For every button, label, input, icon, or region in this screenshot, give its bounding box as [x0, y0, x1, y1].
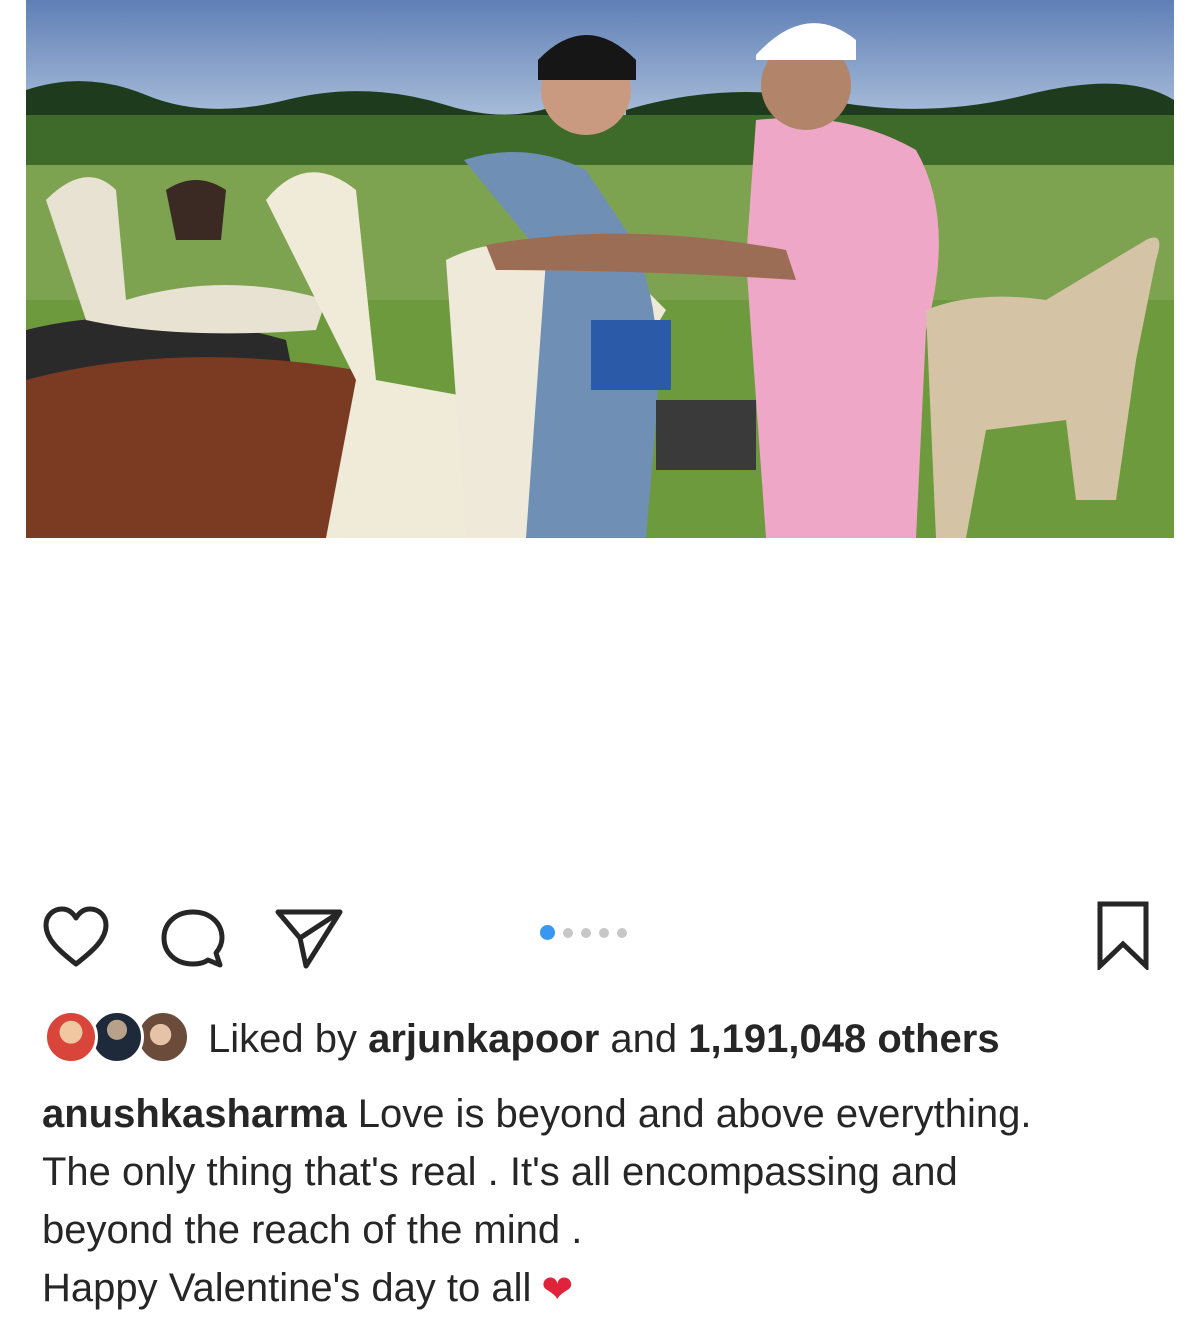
- likes-count[interactable]: 1,191,048 others: [688, 1017, 999, 1062]
- post-image[interactable]: [26, 0, 1174, 538]
- share-button[interactable]: [272, 904, 346, 970]
- alpaca-photo: [26, 0, 1174, 538]
- carousel-dot: [563, 927, 573, 938]
- heart-icon: [43, 906, 109, 967]
- avatar: [44, 1010, 98, 1064]
- comment-button[interactable]: [158, 906, 228, 970]
- comment-icon: [161, 909, 225, 968]
- caption-line: Happy Valentine's day to all: [42, 1266, 532, 1310]
- caption-line: The only thing that's real . It's all en…: [42, 1150, 958, 1194]
- likes-row[interactable]: Liked by arjunkapoor and 1,191,048 other…: [44, 1010, 1000, 1068]
- avatar: [136, 1010, 190, 1064]
- liker-username[interactable]: arjunkapoor: [368, 1017, 599, 1062]
- caption-username[interactable]: anushkasharma: [42, 1092, 347, 1136]
- likes-prefix: Liked by: [208, 1016, 357, 1061]
- save-button[interactable]: [1094, 900, 1152, 970]
- carousel-indicator: [540, 925, 627, 940]
- carousel-dot: [617, 927, 627, 938]
- liker-avatars: [44, 1010, 194, 1068]
- post-caption: anushkasharma Love is beyond and above e…: [42, 1085, 1172, 1319]
- caption-line: beyond the reach of the mind .: [42, 1208, 583, 1252]
- carousel-dot: [599, 927, 609, 938]
- carousel-dot: [581, 927, 591, 938]
- like-button[interactable]: [40, 904, 112, 970]
- caption-line: Love is beyond and above everything.: [346, 1092, 1032, 1136]
- heart-emoji-icon: ❤: [541, 1269, 574, 1312]
- bookmark-icon: [1097, 901, 1149, 970]
- paper-plane-icon: [275, 909, 343, 969]
- likes-connector: and: [610, 1016, 678, 1061]
- carousel-dot-active: [540, 925, 555, 940]
- avatar: [90, 1010, 144, 1064]
